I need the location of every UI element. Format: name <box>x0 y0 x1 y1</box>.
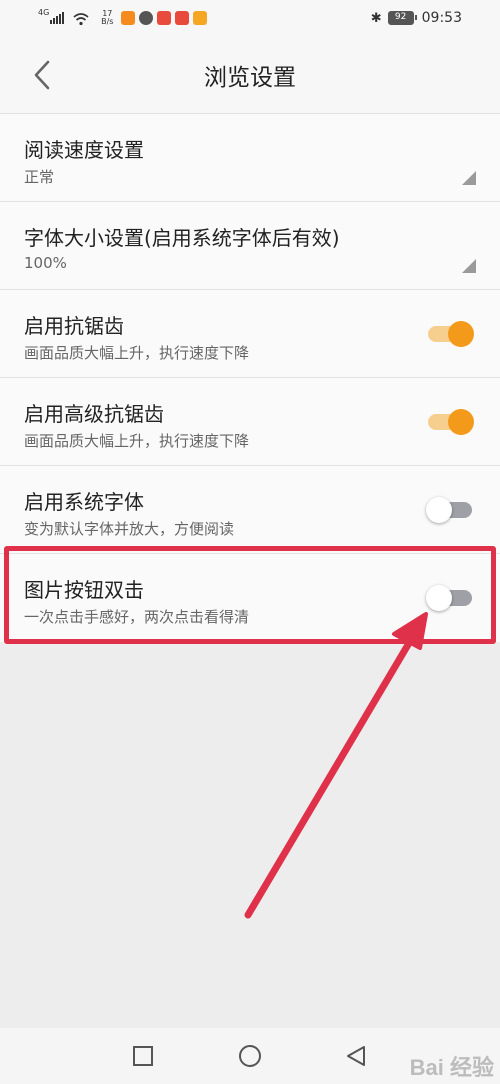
status-left: 4G 17 B/s <box>38 6 211 30</box>
clock: 09:53 <box>421 10 462 26</box>
dropdown-corner-icon[interactable] <box>462 259 476 273</box>
setting-image-double-tap[interactable]: 图片按钮双击 一次点击手感好，两次点击看得清 <box>0 554 500 642</box>
settings-list: 阅读速度设置 正常 字体大小设置(启用系统字体后有效) 100% 启用抗锯齿 画… <box>0 114 500 642</box>
setting-value: 正常 <box>24 168 55 186</box>
setting-title: 图片按钮双击 <box>24 578 144 602</box>
advanced-antialias-toggle[interactable] <box>426 408 474 436</box>
app-header: 浏览设置 <box>0 36 500 114</box>
setting-subtitle: 变为默认字体并放大，方便阅读 <box>24 520 235 538</box>
setting-subtitle: 画面品质大幅上升，执行速度下降 <box>24 432 250 450</box>
signal-icon <box>50 12 65 24</box>
setting-value: 100% <box>24 254 67 272</box>
system-font-toggle[interactable] <box>426 496 474 524</box>
setting-title: 启用系统字体 <box>24 490 144 514</box>
setting-font-size[interactable]: 字体大小设置(启用系统字体后有效) 100% <box>0 202 500 290</box>
network-type: 4G <box>38 7 50 17</box>
home-button[interactable] <box>236 1042 264 1070</box>
network-speed: 17 B/s <box>97 10 117 26</box>
setting-title: 阅读速度设置 <box>24 138 144 162</box>
notification-app-icon <box>121 11 136 25</box>
setting-title: 启用抗锯齿 <box>24 314 124 338</box>
notification-icons <box>121 11 211 25</box>
dropdown-corner-icon[interactable] <box>462 171 476 185</box>
setting-reading-speed[interactable]: 阅读速度设置 正常 <box>0 114 500 202</box>
image-double-tap-toggle[interactable] <box>426 584 474 612</box>
status-right: ✱ 92 09:53 <box>371 6 462 30</box>
wifi-icon <box>73 11 89 26</box>
toggle-knob <box>448 409 474 435</box>
notification-app-icon <box>175 11 190 25</box>
page-title: 浏览设置 <box>204 65 296 91</box>
battery-level: 92 <box>394 12 407 22</box>
speed-unit: B/s <box>101 17 114 26</box>
setting-antialias[interactable]: 启用抗锯齿 画面品质大幅上升，执行速度下降 <box>0 290 500 378</box>
square-icon <box>133 1046 153 1066</box>
toggle-knob <box>426 497 452 523</box>
setting-title: 启用高级抗锯齿 <box>24 402 164 426</box>
circle-icon <box>239 1045 261 1067</box>
system-back-button[interactable] <box>342 1042 370 1070</box>
antialias-toggle[interactable] <box>426 320 474 348</box>
bluetooth-icon: ✱ <box>370 10 382 26</box>
status-bar: 4G 17 B/s ✱ 92 09:53 <box>0 0 500 36</box>
toggle-knob <box>448 321 474 347</box>
battery-icon: 92 <box>387 11 417 25</box>
triangle-back-icon <box>347 1046 365 1066</box>
setting-advanced-antialias[interactable]: 启用高级抗锯齿 画面品质大幅上升，执行速度下降 <box>0 378 500 466</box>
setting-subtitle: 画面品质大幅上升，执行速度下降 <box>24 344 250 362</box>
system-nav-bar: Bai 经验 <box>0 1028 500 1084</box>
notification-app-icon <box>193 11 208 25</box>
setting-title: 字体大小设置(启用系统字体后有效) <box>24 226 340 250</box>
toggle-knob <box>426 585 452 611</box>
setting-subtitle: 一次点击手感好，两次点击看得清 <box>24 608 250 626</box>
watermark: Bai 经验 <box>409 1055 494 1080</box>
setting-system-font[interactable]: 启用系统字体 变为默认字体并放大，方便阅读 <box>0 466 500 554</box>
notification-app-icon <box>157 11 172 25</box>
recent-apps-button[interactable] <box>129 1042 157 1070</box>
message-icon <box>139 11 154 25</box>
